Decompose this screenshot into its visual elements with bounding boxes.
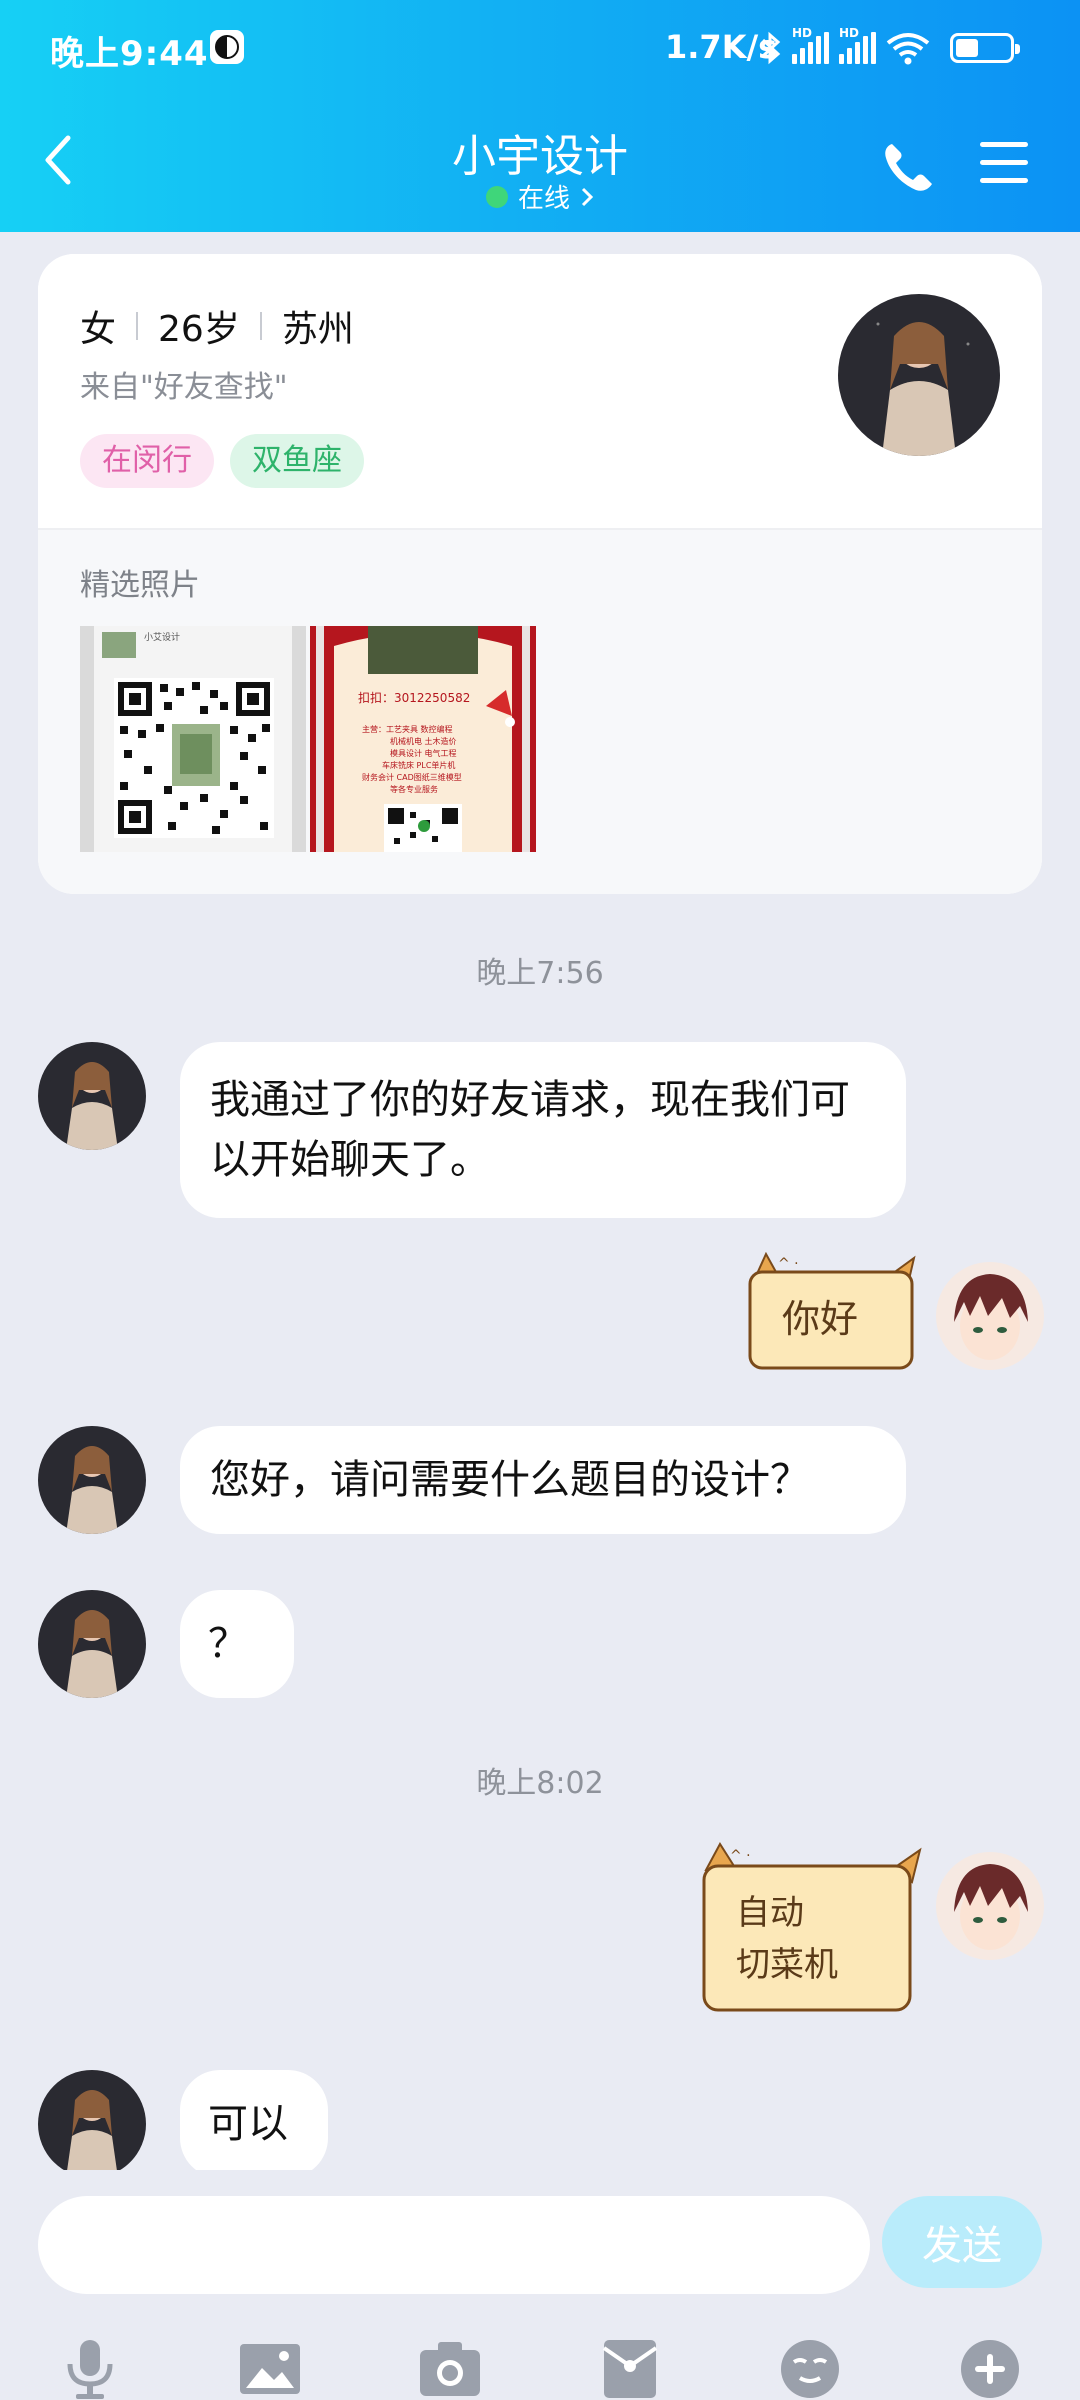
- battery-icon: [950, 33, 1020, 63]
- photos-label: 精选照片: [80, 568, 200, 603]
- emoji-icon[interactable]: [778, 2338, 842, 2400]
- online-status-label: 在线: [517, 184, 570, 214]
- poster-line: 财务会计 CAD图纸三维模型: [362, 772, 462, 782]
- profile-avatar[interactable]: [838, 294, 1000, 456]
- message-bubble[interactable]: 您好，请问需要什么题目的设计？: [180, 1426, 906, 1534]
- image-icon[interactable]: [238, 2338, 302, 2400]
- phone-icon[interactable]: [878, 138, 938, 198]
- message-timestamp: 晚上7:56: [476, 956, 604, 991]
- profile-card[interactable]: 女 26岁 苏州 来自"好友查找" 在闵行 双鱼座 精选照片 小艾设计 扣扣：3…: [38, 254, 1042, 894]
- photo-qrcode[interactable]: 小艾设计: [80, 626, 306, 852]
- profile-source: 来自"好友查找": [80, 370, 288, 405]
- featured-photos: 精选照片 小艾设计 扣扣：3012250582 主营：工艺夹具 数控编程 机械机…: [38, 528, 1042, 894]
- contact-avatar[interactable]: [38, 2070, 146, 2178]
- poster-qq-number: 扣扣：3012250582: [358, 691, 470, 705]
- red-packet-icon[interactable]: [598, 2338, 662, 2400]
- wifi-icon: [886, 33, 930, 65]
- online-dot-icon: [485, 185, 508, 208]
- profile-city: 苏州: [281, 309, 354, 350]
- message-input[interactable]: [38, 2196, 870, 2294]
- photo-caption: 小艾设计: [144, 631, 180, 643]
- signal-icon-2: HD: [839, 26, 876, 64]
- my-avatar[interactable]: [936, 1262, 1044, 1370]
- contact-avatar[interactable]: [38, 1590, 146, 1698]
- input-bar: 发送: [0, 2170, 1080, 2400]
- taiji-app-icon: [210, 30, 244, 64]
- sticker-message[interactable]: ^ · 你好: [742, 1251, 926, 1376]
- message-bubble[interactable]: 我通过了你的好友请求，现在我们可以开始聊天了。: [180, 1042, 906, 1218]
- my-avatar[interactable]: [936, 1852, 1044, 1960]
- divider: [136, 312, 139, 340]
- poster-line: 主营：工艺夹具 数控编程: [362, 724, 453, 734]
- sticker-text: 你好: [782, 1297, 858, 1341]
- poster-line: 模具设计 电气工程: [390, 748, 457, 758]
- hd-label: HD: [839, 26, 860, 40]
- tag-zodiac[interactable]: 双鱼座: [230, 434, 364, 488]
- contact-avatar[interactable]: [38, 1426, 146, 1534]
- svg-text:^ ·: ^ ·: [730, 1848, 751, 1864]
- camera-icon[interactable]: [418, 2338, 482, 2400]
- profile-age: 26岁: [158, 309, 240, 350]
- status-icons: HD HD: [760, 26, 1020, 68]
- message-bubble[interactable]: 可以: [180, 2070, 328, 2178]
- plus-icon[interactable]: [958, 2338, 1022, 2400]
- mic-icon[interactable]: [58, 2338, 122, 2400]
- poster-line: 车床铣床 PLC单片机: [382, 760, 455, 770]
- status-time: 晚上9:44: [50, 34, 209, 74]
- chat-header: 晚上9:44 1.7K/s HD HD 小宇设计 在线: [0, 0, 1080, 232]
- divider: [259, 312, 262, 340]
- signal-icon-1: HD: [792, 26, 829, 64]
- profile-basics: 女 26岁 苏州: [80, 300, 354, 352]
- input-toolbar: [0, 2338, 1080, 2400]
- send-button[interactable]: 发送: [882, 2196, 1042, 2288]
- tag-location[interactable]: 在闵行: [80, 434, 214, 488]
- profile-gender: 女: [80, 309, 117, 350]
- chevron-right-icon: [581, 187, 594, 206]
- message-bubble[interactable]: ？: [180, 1590, 294, 1698]
- contact-avatar[interactable]: [38, 1042, 146, 1150]
- poster-line: 机械机电 土木造价: [390, 736, 457, 746]
- profile-tags: 在闵行 双鱼座: [80, 434, 364, 488]
- hd-label: HD: [792, 26, 813, 40]
- bluetooth-icon: [761, 31, 781, 65]
- poster-line: 等各专业服务: [390, 784, 438, 794]
- svg-text:^ ·: ^ ·: [778, 1256, 799, 1272]
- menu-icon[interactable]: [978, 140, 1030, 186]
- sticker-message[interactable]: ^ · 自动切菜机: [698, 1838, 926, 2018]
- status-bar: 晚上9:44 1.7K/s HD HD: [0, 0, 1080, 96]
- message-timestamp: 晚上8:02: [476, 1766, 604, 1801]
- profile-info: 女 26岁 苏州 来自"好友查找" 在闵行 双鱼座: [38, 254, 1042, 528]
- photo-ad-poster[interactable]: 扣扣：3012250582 主营：工艺夹具 数控编程 机械机电 土木造价 模具设…: [310, 626, 536, 852]
